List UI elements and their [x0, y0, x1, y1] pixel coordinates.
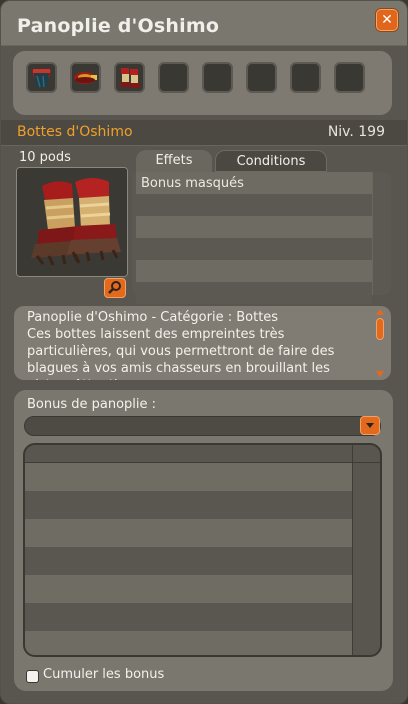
close-button[interactable]: ✕ [376, 9, 398, 31]
bonus-table [23, 443, 382, 657]
boots-icon [116, 64, 143, 91]
boots-illustration [17, 168, 127, 276]
table-row [25, 547, 352, 575]
item-image [16, 167, 128, 277]
set-slot-3[interactable] [114, 62, 145, 93]
close-icon: ✕ [381, 12, 393, 28]
panoply-bonus-select[interactable] [24, 416, 381, 436]
effects-row [136, 194, 372, 216]
window-title: Panoplie d'Oshimo [17, 15, 220, 37]
item-level: Niv. 199 [327, 124, 385, 140]
cape-icon [28, 64, 55, 91]
select-dropdown-button[interactable] [360, 416, 380, 435]
scroll-down-icon[interactable] [375, 370, 385, 378]
set-slot-8[interactable] [334, 62, 365, 93]
scroll-thumb[interactable] [376, 318, 384, 340]
title-bar[interactable]: Panoplie d'Oshimo ✕ [1, 1, 407, 46]
effects-row: Bonus masqués [136, 172, 372, 194]
scroll-up-icon[interactable] [375, 308, 385, 316]
zoom-button[interactable] [104, 278, 126, 298]
set-slot-4[interactable] [158, 62, 189, 93]
tab-effects[interactable]: Effets [136, 150, 212, 172]
item-set-window: Panoplie d'Oshimo ✕ Bottes d'Oshimo Niv.… [0, 0, 408, 704]
effects-divider [372, 172, 373, 295]
cumulate-bonus-label: Cumuler les bonus [43, 667, 165, 682]
item-tabs: Effets Conditions [133, 150, 403, 172]
chevron-down-icon [366, 423, 374, 428]
table-column-divider [352, 445, 353, 655]
set-slot-7[interactable] [290, 62, 321, 93]
item-name: Bottes d'Oshimo [17, 124, 133, 140]
effects-row [136, 282, 372, 304]
set-slot-1[interactable] [26, 62, 57, 93]
panoply-bonus-label: Bonus de panoplie : [27, 397, 157, 412]
item-pods: 10 pods [19, 150, 71, 165]
description-text: Panoplie d'Oshimo - Catégorie : Bottes C… [27, 310, 335, 380]
set-slot-6[interactable] [246, 62, 277, 93]
table-row [25, 603, 352, 631]
effects-row [136, 260, 372, 282]
effects-row [136, 216, 372, 238]
description-scrollbar[interactable] [375, 308, 385, 378]
item-header: Bottes d'Oshimo Niv. 199 [1, 120, 407, 146]
item-description: Panoplie d'Oshimo - Catégorie : Bottes C… [14, 306, 391, 380]
table-row [25, 491, 352, 519]
cumulate-bonus-checkbox[interactable] [26, 670, 39, 683]
table-row [25, 575, 352, 603]
table-row [25, 631, 352, 655]
table-row [25, 519, 352, 547]
tab-conditions[interactable]: Conditions [215, 150, 327, 172]
panoply-bonus-panel: Bonus de panoplie : Cumuler les bonus [14, 390, 393, 691]
set-slot-2[interactable] [70, 62, 101, 93]
magnifier-icon [108, 281, 121, 294]
effects-row [136, 238, 372, 260]
set-slot-5[interactable] [202, 62, 233, 93]
effects-list: Bonus masqués [132, 172, 391, 304]
effects-row-text: Bonus masqués [141, 176, 244, 191]
table-row [25, 463, 352, 491]
set-items-bar [13, 51, 392, 115]
hat-icon [72, 64, 99, 91]
